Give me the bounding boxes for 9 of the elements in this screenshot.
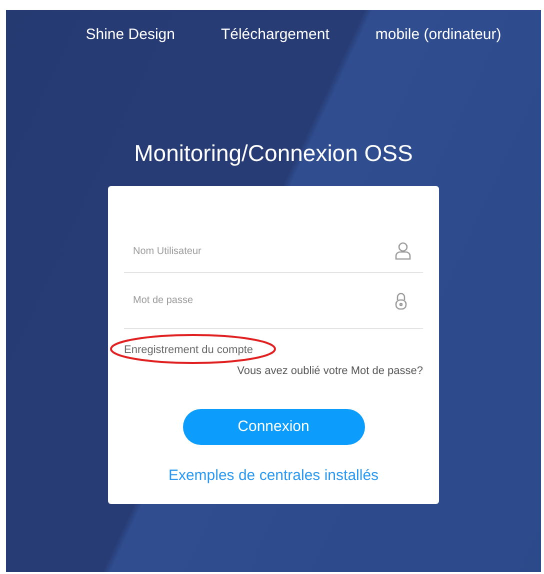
nav-link[interactable]: mobile (ordinateur) (375, 24, 502, 46)
password-field[interactable]: Mot de passe (133, 293, 333, 308)
page-title: Monitoring/Connexion OSS (134, 138, 413, 168)
forgot-password-link[interactable]: Vous avez oublié votre Mot de passe? (237, 362, 423, 379)
username-field[interactable]: Nom Utilisateur (133, 244, 333, 258)
user-icon (395, 242, 411, 260)
nav-link[interactable]: Téléchargement (220, 24, 330, 46)
lock-icon (395, 292, 407, 310)
nav-link[interactable]: Shine Design (86, 24, 175, 46)
